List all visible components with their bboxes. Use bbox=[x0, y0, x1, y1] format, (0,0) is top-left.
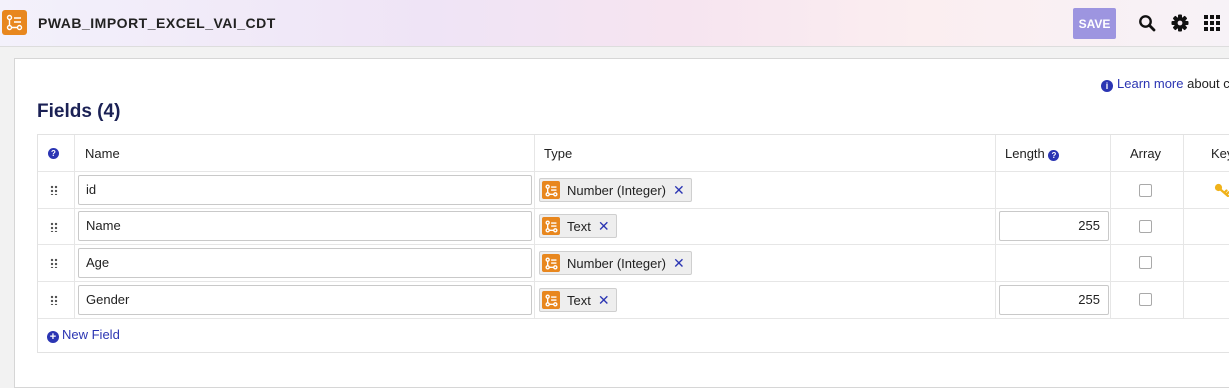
drag-handle-icon[interactable] bbox=[50, 222, 58, 232]
field-name-input[interactable]: id bbox=[78, 175, 532, 205]
type-pill[interactable]: Text ✕ bbox=[539, 288, 617, 312]
key-cell bbox=[1184, 282, 1229, 318]
add-icon: + bbox=[47, 331, 59, 343]
type-label: Number (Integer) bbox=[567, 182, 666, 198]
column-header-key: Key bbox=[1211, 146, 1229, 161]
data-type-icon bbox=[2, 10, 27, 35]
drag-handle-icon[interactable] bbox=[50, 185, 58, 195]
array-checkbox[interactable] bbox=[1139, 220, 1152, 233]
type-pill[interactable]: Number (Integer) ✕ bbox=[539, 178, 692, 202]
type-label: Number (Integer) bbox=[567, 255, 666, 271]
table-row: Name Text ✕ 255 bbox=[38, 209, 1229, 245]
table-row: id Number (Integer) ✕ bbox=[38, 172, 1229, 209]
table-header-row: ? Name Type Length ? Array Key bbox=[38, 135, 1229, 172]
apps-grid-icon[interactable] bbox=[1203, 14, 1221, 32]
column-header-type: Type bbox=[544, 146, 573, 161]
array-checkbox[interactable] bbox=[1139, 293, 1152, 306]
table-row: Gender Text ✕ 255 bbox=[38, 282, 1229, 319]
header-name-cell: Name bbox=[75, 135, 535, 171]
data-type-icon bbox=[542, 217, 560, 235]
learn-more-suffix: about c bbox=[1187, 76, 1229, 91]
remove-type-icon[interactable]: ✕ bbox=[598, 218, 610, 235]
remove-type-icon[interactable]: ✕ bbox=[673, 255, 685, 272]
drag-handle-icon[interactable] bbox=[50, 295, 58, 305]
field-name-input[interactable]: Name bbox=[78, 211, 532, 241]
length-cell bbox=[996, 245, 1111, 281]
drag-handle-icon[interactable] bbox=[50, 258, 58, 268]
remove-type-icon[interactable]: ✕ bbox=[673, 182, 685, 199]
length-cell bbox=[996, 172, 1111, 208]
app-header: PWAB_IMPORT_EXCEL_VAI_CDT SAVE bbox=[0, 0, 1229, 47]
length-input[interactable]: 255 bbox=[999, 211, 1109, 241]
header-help-cell: ? bbox=[38, 135, 75, 171]
column-header-length-label: Length bbox=[1005, 146, 1045, 161]
data-type-icon bbox=[542, 181, 560, 199]
header-key-cell: Key bbox=[1184, 135, 1229, 171]
field-name-input[interactable]: Gender bbox=[78, 285, 532, 315]
header-length-cell: Length ? bbox=[996, 135, 1111, 171]
key-cell bbox=[1184, 209, 1229, 244]
save-button[interactable]: SAVE bbox=[1073, 8, 1116, 39]
type-label: Text bbox=[567, 218, 591, 234]
new-field-label: New Field bbox=[62, 327, 120, 342]
search-icon[interactable] bbox=[1138, 14, 1156, 32]
array-checkbox[interactable] bbox=[1139, 256, 1152, 269]
length-help-icon[interactable]: ? bbox=[1048, 150, 1060, 161]
page-title: PWAB_IMPORT_EXCEL_VAI_CDT bbox=[38, 15, 276, 31]
remove-type-icon[interactable]: ✕ bbox=[598, 292, 610, 309]
field-name-input[interactable]: Age bbox=[78, 248, 532, 278]
fields-table: ? Name Type Length ? Array Key id Number… bbox=[37, 134, 1229, 353]
column-header-name: Name bbox=[85, 146, 120, 161]
gear-icon[interactable] bbox=[1171, 14, 1189, 32]
info-icon: i bbox=[1101, 80, 1113, 92]
array-checkbox[interactable] bbox=[1139, 184, 1152, 197]
header-type-cell: Type bbox=[535, 135, 996, 171]
key-cell bbox=[1184, 245, 1229, 281]
primary-key-icon[interactable] bbox=[1214, 183, 1229, 197]
length-input[interactable]: 255 bbox=[999, 285, 1109, 315]
table-row: Age Number (Integer) ✕ bbox=[38, 245, 1229, 282]
data-type-icon bbox=[542, 254, 560, 272]
learn-more-link[interactable]: Learn more bbox=[1117, 76, 1183, 91]
column-header-length: Length ? bbox=[1005, 146, 1060, 161]
learn-more: i Learn more about c bbox=[1101, 76, 1229, 92]
column-header-array: Array bbox=[1130, 146, 1162, 161]
new-field-link[interactable]: + New Field bbox=[47, 327, 120, 343]
type-label: Text bbox=[567, 292, 591, 308]
type-pill[interactable]: Number (Integer) ✕ bbox=[539, 251, 692, 275]
help-icon[interactable]: ? bbox=[48, 148, 59, 159]
fields-heading: Fields (4) bbox=[37, 101, 121, 122]
type-pill[interactable]: Text ✕ bbox=[539, 214, 617, 238]
data-type-icon bbox=[542, 291, 560, 309]
header-array-cell: Array bbox=[1111, 135, 1184, 171]
